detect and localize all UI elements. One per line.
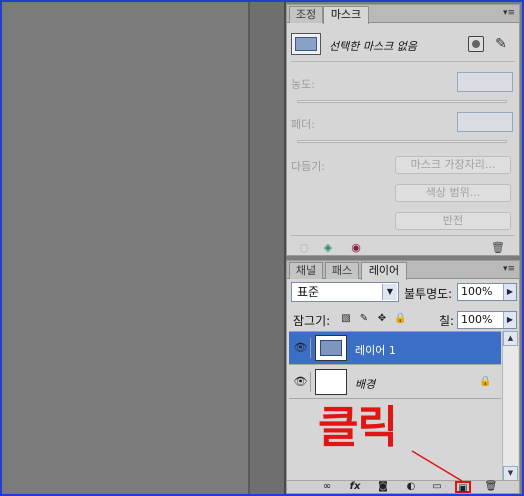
photoshop-workspace: 조정 마스크 ▾≡ 선택한 마스크 없음 ✎ 농도: 페더: 다듬기: 마스크 … [2,2,522,494]
annotation-arrow [411,450,463,482]
annotation-click-label: 클릭 [318,402,398,453]
